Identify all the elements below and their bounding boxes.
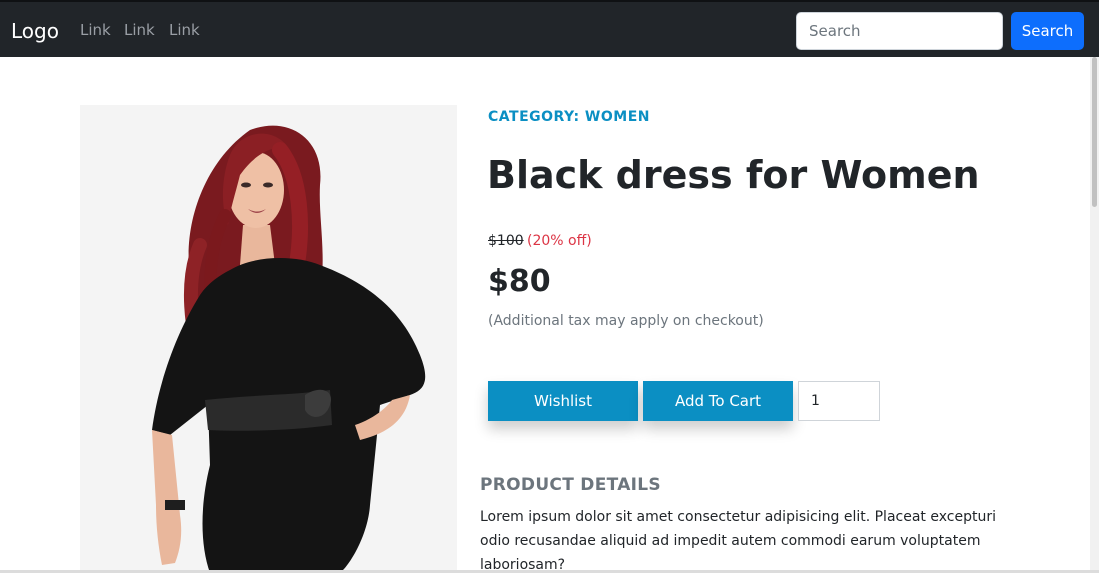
- product-title: Black dress for Women: [487, 153, 980, 197]
- product-image: [80, 105, 457, 573]
- wishlist-button[interactable]: Wishlist: [488, 381, 638, 421]
- scrollbar-thumb[interactable]: [1092, 57, 1097, 207]
- search-button[interactable]: Search: [1011, 12, 1084, 50]
- brand-logo[interactable]: Logo: [11, 19, 59, 43]
- product-details-heading: PRODUCT DETAILS: [480, 475, 661, 495]
- nav-link-3[interactable]: Link: [169, 21, 200, 39]
- model-illustration: [80, 105, 457, 573]
- product-category: CATEGORY: WOMEN: [488, 109, 650, 125]
- add-to-cart-button[interactable]: Add To Cart: [643, 381, 793, 421]
- product-details-text: Lorem ipsum dolor sit amet consectetur a…: [480, 509, 996, 573]
- nav-link-1[interactable]: Link: [80, 21, 111, 39]
- top-navbar: Logo Link Link Link Search: [0, 0, 1099, 57]
- current-price: $80: [488, 264, 551, 299]
- original-price: $100: [488, 233, 524, 249]
- search-input[interactable]: [796, 12, 1003, 50]
- nav-link-2[interactable]: Link: [124, 21, 155, 39]
- discount-label: (20% off): [527, 233, 592, 249]
- tax-note: (Additional tax may apply on checkout): [488, 313, 764, 329]
- quantity-input[interactable]: [798, 381, 880, 421]
